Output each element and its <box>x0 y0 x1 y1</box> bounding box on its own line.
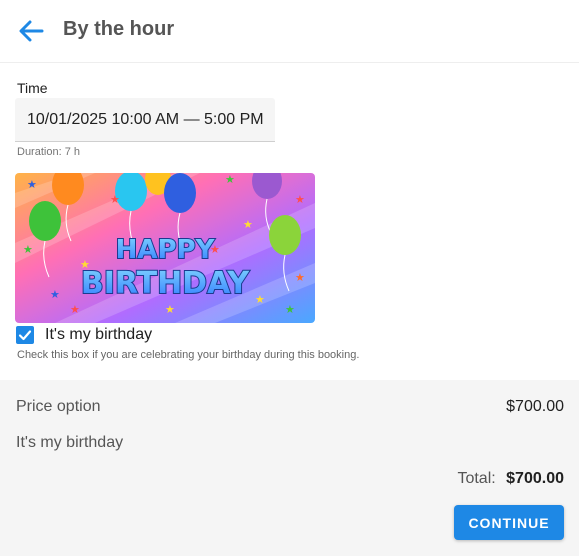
svg-text:★: ★ <box>50 288 60 301</box>
birthday-summary-line: It's my birthday <box>16 434 124 451</box>
svg-text:★: ★ <box>23 243 33 256</box>
checkmark-icon <box>18 330 32 341</box>
back-button[interactable] <box>14 16 48 46</box>
page-title: By the hour <box>63 18 175 40</box>
svg-text:★: ★ <box>285 303 295 316</box>
svg-text:★: ★ <box>110 193 120 206</box>
time-range-value: 10/01/2025 10:00 AM — 5:00 PM <box>27 111 264 128</box>
birthday-helper-text: Check this box if you are celebrating yo… <box>17 349 360 361</box>
svg-text:★: ★ <box>165 303 175 316</box>
svg-text:★: ★ <box>295 271 305 284</box>
svg-text:★: ★ <box>243 218 253 231</box>
total-row: Total: $700.00 <box>457 470 564 488</box>
price-option-value: $700.00 <box>506 398 564 415</box>
banner-happy-text: HAPPY <box>116 235 216 265</box>
app-header: By the hour <box>0 0 579 63</box>
birthday-banner-image: ★ ★ ★ ★ ★ ★ ★ ★ ★ ★ ★ ★ ★ ★ HAPPY BIRTHD… <box>15 173 315 323</box>
arrow-left-icon <box>19 20 44 42</box>
price-option-label: Price option <box>16 398 101 415</box>
svg-text:★: ★ <box>295 193 305 206</box>
svg-text:★: ★ <box>27 178 37 191</box>
svg-text:★: ★ <box>70 303 80 316</box>
svg-text:★: ★ <box>255 293 265 306</box>
continue-button[interactable]: CONTINUE <box>454 505 564 540</box>
time-label: Time <box>17 80 48 96</box>
birthday-checkbox[interactable] <box>16 326 34 344</box>
birthday-checkbox-label[interactable]: It's my birthday <box>45 326 152 344</box>
price-summary-panel: Price option $700.00 It's my birthday To… <box>0 380 579 556</box>
svg-text:★: ★ <box>225 173 235 186</box>
duration-text: Duration: 7 h <box>17 146 80 158</box>
time-range-field[interactable]: 10/01/2025 10:00 AM — 5:00 PM <box>15 98 275 142</box>
total-label: Total: <box>457 470 496 487</box>
banner-birthday-text: BIRTHDAY <box>81 266 251 301</box>
total-value: $700.00 <box>506 470 564 487</box>
